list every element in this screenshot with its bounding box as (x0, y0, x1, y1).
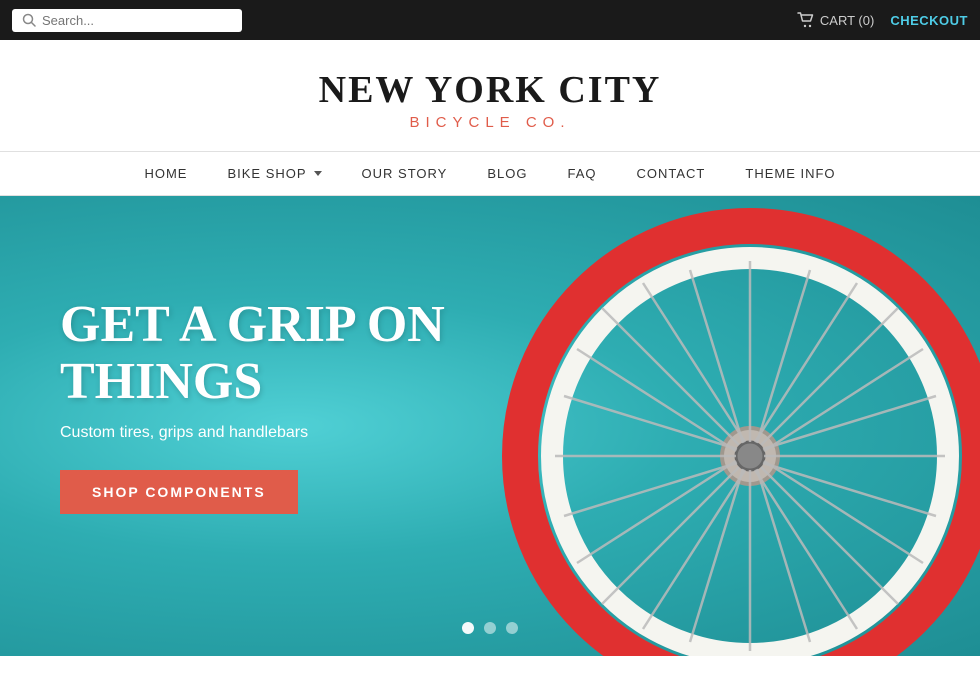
nav-our-story[interactable]: OUR STORY (342, 152, 468, 195)
nav-contact[interactable]: CONTACT (617, 152, 726, 195)
top-bar-right: CART (0) CHECKOUT (797, 12, 968, 28)
hero-section: GET A GRIP ON THINGS Custom tires, grips… (0, 196, 980, 656)
chevron-down-icon (314, 171, 322, 176)
search-input[interactable] (42, 13, 232, 28)
nav-theme-info[interactable]: THEME INFO (725, 152, 855, 195)
dot-1[interactable] (462, 622, 474, 634)
hero-content: GET A GRIP ON THINGS Custom tires, grips… (60, 296, 480, 514)
dot-2[interactable] (484, 622, 496, 634)
main-nav: HOME BIKE SHOP OUR STORY BLOG FAQ CONTAC… (0, 151, 980, 196)
search-wrapper[interactable] (12, 9, 242, 32)
nav-blog[interactable]: BLOG (467, 152, 547, 195)
nav-home[interactable]: HOME (124, 152, 207, 195)
dot-3[interactable] (506, 622, 518, 634)
hero-title: GET A GRIP ON THINGS (60, 296, 480, 410)
cart-link[interactable]: CART (0) (797, 12, 874, 28)
cart-icon (797, 12, 815, 28)
brand-name: NEW YORK CITY (0, 68, 980, 112)
shop-components-button[interactable]: SHOP COMPONENTS (60, 470, 298, 514)
site-header: NEW YORK CITY BICYCLE CO. (0, 40, 980, 151)
brand-sub: BICYCLE CO. (0, 114, 980, 131)
hero-dots (462, 622, 518, 634)
hero-subtitle: Custom tires, grips and handlebars (60, 424, 480, 442)
nav-bike-shop[interactable]: BIKE SHOP (207, 152, 341, 195)
nav-faq[interactable]: FAQ (547, 152, 616, 195)
checkout-link[interactable]: CHECKOUT (890, 13, 968, 28)
cart-label: CART (0) (820, 13, 874, 28)
top-bar: CART (0) CHECKOUT (0, 0, 980, 40)
search-icon (22, 13, 36, 27)
wheel-graphic (490, 196, 980, 656)
